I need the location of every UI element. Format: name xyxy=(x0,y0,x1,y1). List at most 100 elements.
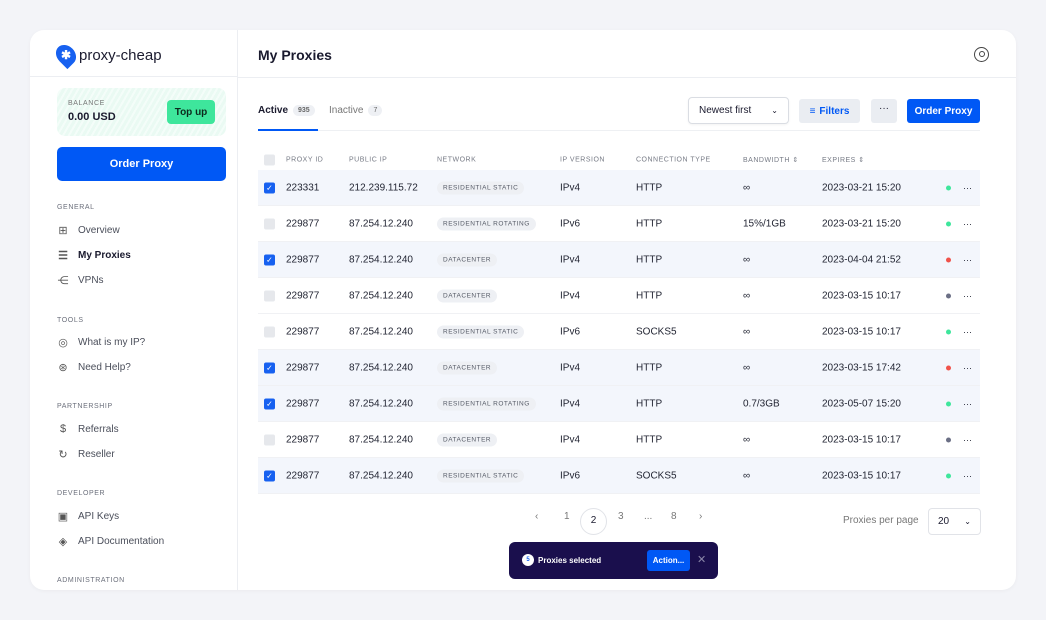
filters-label: Filters xyxy=(819,105,850,117)
app-window: ✱ proxy-cheap BALANCE 0.00 USD Top up Ord… xyxy=(30,30,1016,590)
order-proxy-button[interactable]: Order Proxy xyxy=(907,99,980,123)
per-page-select[interactable]: 20 ⌄ xyxy=(928,508,981,535)
expires: 2023-05-07 15:20 xyxy=(822,398,901,409)
sidebar-item-label: Reseller xyxy=(78,449,115,460)
network-badge: RESIDENTIAL STATIC xyxy=(437,325,525,338)
sidebar-item[interactable]: $ Referrals xyxy=(57,423,119,435)
page-8[interactable]: 8 xyxy=(671,511,677,522)
sidebar-item-label: Need Help? xyxy=(78,362,131,373)
network-badge: RESIDENTIAL ROTATING xyxy=(437,397,536,410)
proxy-id: 229877 xyxy=(286,254,320,265)
col-public-ip: PUBLIC IP xyxy=(349,156,388,164)
row-more-icon[interactable]: ··· xyxy=(963,471,972,481)
ip-version: IPv4 xyxy=(560,398,581,409)
page-2-current[interactable]: 2 xyxy=(580,508,607,535)
network-badge: RESIDENTIAL STATIC xyxy=(437,181,525,194)
action-button[interactable]: Action... xyxy=(647,550,690,571)
next-page-button[interactable]: › xyxy=(699,511,702,522)
row-more-icon[interactable]: ··· xyxy=(963,399,972,409)
row-checkbox[interactable] xyxy=(264,326,275,337)
sidebar-item-label: My Proxies xyxy=(78,250,131,261)
more-options-button[interactable]: ··· xyxy=(871,99,897,123)
sidebar-order-proxy-button[interactable]: Order Proxy xyxy=(57,147,226,181)
status-dot xyxy=(946,365,951,370)
col-expires[interactable]: EXPIRES ⇕ xyxy=(822,156,865,164)
sidebar-item[interactable]: ⊛ Need Help? xyxy=(57,361,131,374)
proxy-id: 229877 xyxy=(286,290,320,301)
tab-inactive[interactable]: Inactive 7 xyxy=(329,105,383,116)
user-account-icon[interactable] xyxy=(974,47,989,62)
tab-active[interactable]: Active 935 xyxy=(258,105,315,116)
bandwidth: ∞ xyxy=(743,326,751,337)
row-checkbox[interactable]: ✓ xyxy=(264,398,275,409)
sidebar-item[interactable]: ▣ API Keys xyxy=(57,510,119,523)
chevron-down-icon: ⌄ xyxy=(771,106,778,115)
sidebar-item[interactable]: ◈ API Documentation xyxy=(57,535,164,548)
public-ip: 87.254.12.240 xyxy=(349,434,413,445)
expires: 2023-03-21 15:20 xyxy=(822,218,901,229)
top-up-button[interactable]: Top up xyxy=(167,100,215,124)
balance-card: BALANCE 0.00 USD Top up xyxy=(57,88,226,136)
row-checkbox[interactable]: ✓ xyxy=(264,470,275,481)
row-checkbox[interactable] xyxy=(264,218,275,229)
ip-version: IPv4 xyxy=(560,254,581,265)
row-more-icon[interactable]: ··· xyxy=(963,255,972,265)
ip-version: IPv6 xyxy=(560,218,581,229)
logo[interactable]: ✱ proxy-cheap xyxy=(51,40,162,70)
select-all-checkbox[interactable] xyxy=(264,154,275,166)
tab-count: 935 xyxy=(293,105,315,116)
tab-count: 7 xyxy=(368,105,383,116)
row-more-icon[interactable]: ··· xyxy=(963,219,972,229)
col-connection-type: CONNECTION TYPE xyxy=(636,156,711,164)
public-ip: 87.254.12.240 xyxy=(349,470,413,481)
row-more-icon[interactable]: ··· xyxy=(963,435,972,445)
col-bandwidth[interactable]: BANDWIDTH ⇕ xyxy=(743,156,799,164)
table-row[interactable]: ✓ 229877 87.254.12.240 RESIDENTIAL ROTAT… xyxy=(258,386,980,422)
col-proxy-id: PROXY ID xyxy=(286,156,324,164)
row-checkbox[interactable]: ✓ xyxy=(264,362,275,373)
proxy-id: 229877 xyxy=(286,362,320,373)
sort-select[interactable]: Newest first ⌄ xyxy=(688,97,789,124)
tab-label: Inactive xyxy=(329,105,364,116)
row-more-icon[interactable]: ··· xyxy=(963,183,972,193)
sidebar-item[interactable]: ↻ Reseller xyxy=(57,448,115,461)
filters-button[interactable]: ≡ Filters xyxy=(799,99,860,123)
page-ellipsis: ... xyxy=(644,511,653,522)
table-row[interactable]: ✓ 223331 212.239.115.72 RESIDENTIAL STAT… xyxy=(258,170,980,206)
sidebar-item[interactable]: ⋲ VPNs xyxy=(57,274,104,287)
row-checkbox[interactable] xyxy=(264,434,275,445)
row-more-icon[interactable]: ··· xyxy=(963,363,972,373)
col-ip-version: IP VERSION xyxy=(560,156,605,164)
table-row[interactable]: 229877 87.254.12.240 DATACENTER IPv4 HTT… xyxy=(258,422,980,458)
proxy-id: 229877 xyxy=(286,326,320,337)
ip-version: IPv4 xyxy=(560,182,581,193)
close-icon[interactable]: ✕ xyxy=(697,553,706,566)
table-row[interactable]: 229877 87.254.12.240 RESIDENTIAL STATIC … xyxy=(258,314,980,350)
connection-type: HTTP xyxy=(636,434,663,445)
tab-label: Active xyxy=(258,105,289,116)
sidebar-item[interactable]: ☰ My Proxies xyxy=(57,249,131,262)
sidebar-item[interactable]: ◎ What is my IP? xyxy=(57,336,145,349)
nav-section-title: ADMINISTRATION xyxy=(57,577,125,584)
row-more-icon[interactable]: ··· xyxy=(963,291,972,301)
status-dot xyxy=(946,473,951,478)
table-row[interactable]: ✓ 229877 87.254.12.240 DATACENTER IPv4 H… xyxy=(258,350,980,386)
sidebar-item[interactable]: ⊞ Overview xyxy=(57,224,119,237)
expires: 2023-03-15 10:17 xyxy=(822,326,901,337)
status-dot xyxy=(946,257,951,262)
connection-type: HTTP xyxy=(636,398,663,409)
table-row[interactable]: 229877 87.254.12.240 DATACENTER IPv4 HTT… xyxy=(258,278,980,314)
page-3[interactable]: 3 xyxy=(618,511,624,522)
row-more-icon[interactable]: ··· xyxy=(963,327,972,337)
table-row[interactable]: ✓ 229877 87.254.12.240 RESIDENTIAL STATI… xyxy=(258,458,980,494)
expires: 2023-03-15 17:42 xyxy=(822,362,901,373)
page-1[interactable]: 1 xyxy=(564,511,570,522)
table-row[interactable]: ✓ 229877 87.254.12.240 DATACENTER IPv4 H… xyxy=(258,242,980,278)
row-checkbox[interactable]: ✓ xyxy=(264,182,275,193)
connection-type: HTTP xyxy=(636,218,663,229)
row-checkbox[interactable] xyxy=(264,290,275,301)
table-row[interactable]: 229877 87.254.12.240 RESIDENTIAL ROTATIN… xyxy=(258,206,980,242)
bandwidth: ∞ xyxy=(743,290,751,301)
prev-page-button[interactable]: ‹ xyxy=(535,511,538,522)
row-checkbox[interactable]: ✓ xyxy=(264,254,275,265)
